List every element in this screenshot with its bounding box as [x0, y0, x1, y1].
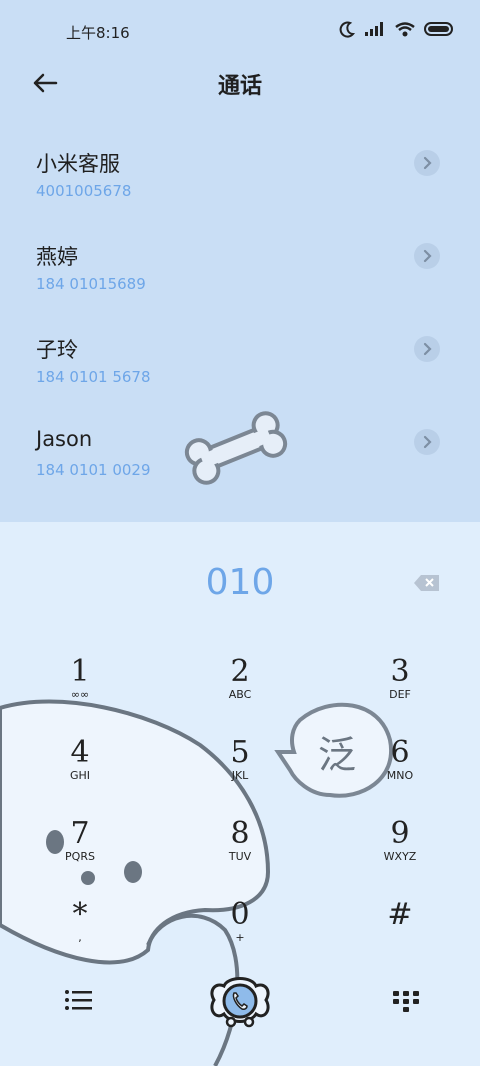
menu-list-icon[interactable] — [64, 988, 94, 1014]
key-letters: GHI — [69, 769, 91, 782]
key-letters: TUV — [228, 850, 252, 863]
key-1[interactable]: 1 ∞∞ — [40, 655, 120, 725]
key-3[interactable]: 3 DEF — [360, 655, 440, 725]
key-letters: ∞∞ — [70, 688, 90, 701]
key-letters: WXYZ — [383, 850, 417, 863]
key-letters: ABC — [228, 688, 252, 701]
key-9[interactable]: 9 WXYZ — [360, 817, 440, 887]
key-8[interactable]: 8 TUV — [200, 817, 280, 887]
key-digit: 7 — [70, 816, 90, 851]
key-letters: DEF — [389, 688, 411, 701]
key-letters: + — [235, 931, 245, 944]
key-digit: * — [72, 897, 88, 932]
key-digit: 0 — [230, 897, 250, 932]
key-star[interactable]: *, — [40, 898, 120, 968]
key-digit: 6 — [390, 735, 410, 770]
speech-bubble-char: 泛 — [318, 733, 357, 777]
key-digit: # — [387, 897, 413, 932]
key-digit: 3 — [390, 654, 410, 689]
key-letters: MNO — [386, 769, 414, 782]
key-digit: 4 — [70, 735, 90, 770]
key-digit: 5 — [230, 735, 250, 770]
key-digit: 9 — [390, 816, 410, 851]
key-6[interactable]: 6 MNO — [360, 736, 440, 806]
key-7[interactable]: 7 PQRS — [40, 817, 120, 887]
key-letters: , — [78, 931, 82, 944]
dialpad-icon[interactable] — [392, 990, 420, 1016]
key-0[interactable]: 0 + — [200, 898, 280, 968]
key-5[interactable]: 5 JKL — [200, 736, 280, 806]
key-4[interactable]: 4 GHI — [40, 736, 120, 806]
key-digit: 2 — [230, 654, 250, 689]
key-letters: JKL — [231, 769, 249, 782]
key-2[interactable]: 2 ABC — [200, 655, 280, 725]
key-digit: 1 — [70, 654, 90, 689]
key-hash[interactable]: # — [360, 898, 440, 968]
key-letters: PQRS — [65, 850, 95, 863]
call-button[interactable] — [204, 970, 276, 1030]
key-digit: 8 — [230, 816, 250, 851]
